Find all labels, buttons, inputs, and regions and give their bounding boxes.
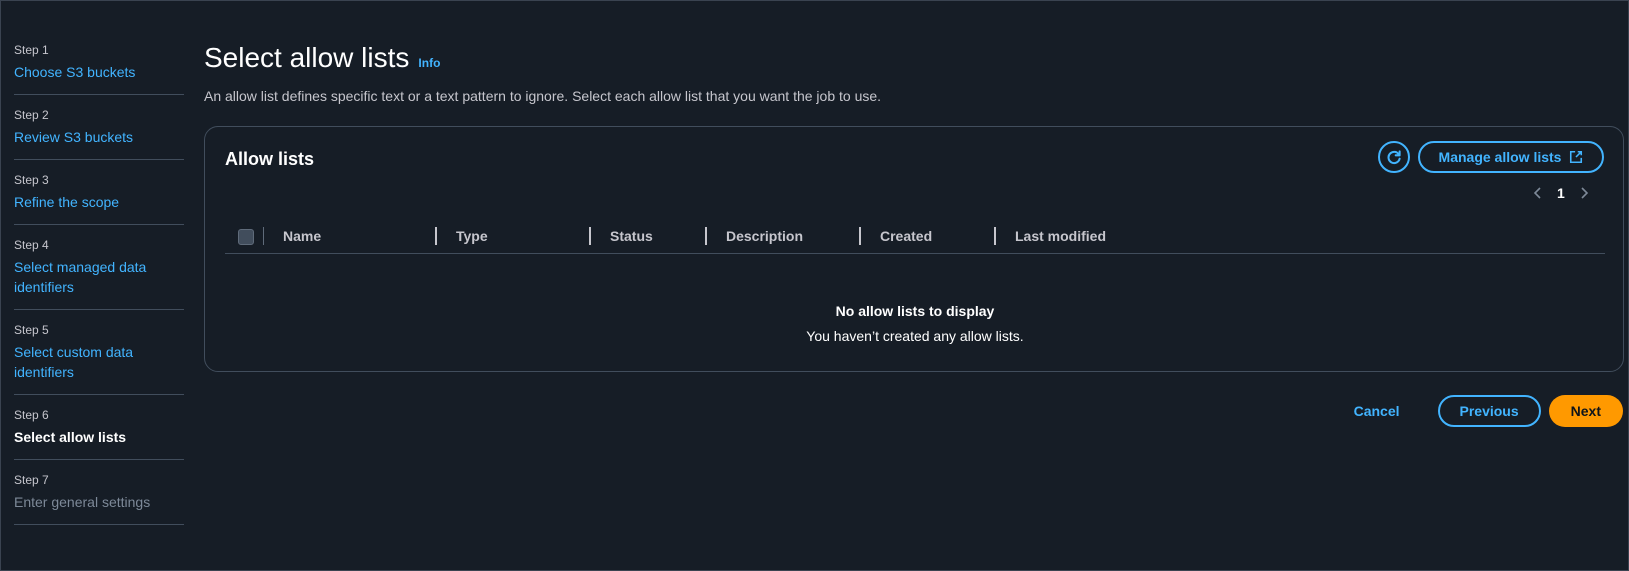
step-link-review-s3-buckets[interactable]: Review S3 buckets xyxy=(14,127,184,147)
column-header-last-modified[interactable]: Last modified xyxy=(1015,227,1106,245)
step-number: Step 1 xyxy=(14,43,49,57)
step-current-select-allow-lists: Select allow lists xyxy=(14,429,127,445)
step-number: Step 4 xyxy=(14,238,49,252)
step-link-managed-data-identifiers[interactable]: Select managed data identifiers xyxy=(14,257,184,297)
manage-allow-lists-label: Manage allow lists xyxy=(1438,149,1562,165)
refresh-button[interactable] xyxy=(1378,141,1410,173)
empty-state-description: You haven’t created any allow lists. xyxy=(806,328,1024,344)
refresh-icon xyxy=(1387,150,1401,165)
chevron-left-icon xyxy=(1533,187,1541,199)
column-resizer[interactable] xyxy=(859,227,861,245)
next-button[interactable]: Next xyxy=(1548,395,1623,427)
wizard-step-4: Step 4 Select managed data identifiers xyxy=(14,225,184,310)
wizard-step-1: Step 1 Choose S3 buckets xyxy=(14,30,184,95)
column-resizer[interactable] xyxy=(435,227,437,245)
step-disabled-general-settings: Enter general settings xyxy=(14,494,151,510)
table-header: Name Type Status Description Created Las… xyxy=(225,223,1605,254)
step-link-refine-scope[interactable]: Refine the scope xyxy=(14,192,184,212)
cancel-button[interactable]: Cancel xyxy=(1354,403,1400,419)
page-description: An allow list defines specific text or a… xyxy=(204,88,882,104)
allow-lists-container: Allow lists Manage allow lists 1 Name Ty… xyxy=(204,126,1624,372)
column-header-status[interactable]: Status xyxy=(610,227,653,245)
step-number: Step 6 xyxy=(14,408,49,422)
select-all-checkbox[interactable] xyxy=(238,229,254,245)
wizard-step-7: Step 7 Enter general settings xyxy=(14,460,184,525)
wizard-actions: Cancel Previous Next xyxy=(1354,395,1624,427)
column-separator xyxy=(263,227,264,245)
step-number: Step 3 xyxy=(14,173,49,187)
page-title: Select allow lists xyxy=(204,42,410,73)
previous-page-button[interactable] xyxy=(1533,186,1543,200)
external-link-icon xyxy=(1570,150,1583,164)
page-header: Select allow lists Info xyxy=(204,40,1624,76)
column-header-created[interactable]: Created xyxy=(880,227,932,245)
column-header-description[interactable]: Description xyxy=(726,227,803,245)
column-resizer[interactable] xyxy=(705,227,707,245)
step-link-custom-data-identifiers[interactable]: Select custom data identifiers xyxy=(14,342,184,382)
next-page-button[interactable] xyxy=(1579,186,1589,200)
wizard-steps-nav: Step 1 Choose S3 buckets Step 2 Review S… xyxy=(14,30,184,525)
previous-button[interactable]: Previous xyxy=(1437,395,1541,427)
wizard-step-3: Step 3 Refine the scope xyxy=(14,160,184,225)
column-resizer[interactable] xyxy=(994,227,996,245)
manage-allow-lists-button[interactable]: Manage allow lists xyxy=(1418,141,1604,173)
allow-lists-title: Allow lists xyxy=(225,149,315,169)
column-resizer[interactable] xyxy=(589,227,591,245)
empty-state-title: No allow lists to display xyxy=(835,303,995,319)
wizard-step-6: Step 6 Select allow lists xyxy=(14,395,184,460)
wizard-step-5: Step 5 Select custom data identifiers xyxy=(14,310,184,395)
column-header-type[interactable]: Type xyxy=(456,227,488,245)
step-number: Step 7 xyxy=(14,473,49,487)
info-link[interactable]: Info xyxy=(418,56,440,70)
wizard-step-2: Step 2 Review S3 buckets xyxy=(14,95,184,160)
step-number: Step 2 xyxy=(14,108,49,122)
column-header-name[interactable]: Name xyxy=(283,227,321,245)
chevron-right-icon xyxy=(1581,187,1588,199)
step-number: Step 5 xyxy=(14,323,49,337)
page-number[interactable]: 1 xyxy=(1557,185,1565,201)
main-content: Select allow lists Info An allow list de… xyxy=(204,40,1624,427)
pagination: 1 xyxy=(1533,185,1589,201)
step-link-choose-s3-buckets[interactable]: Choose S3 buckets xyxy=(14,62,184,82)
